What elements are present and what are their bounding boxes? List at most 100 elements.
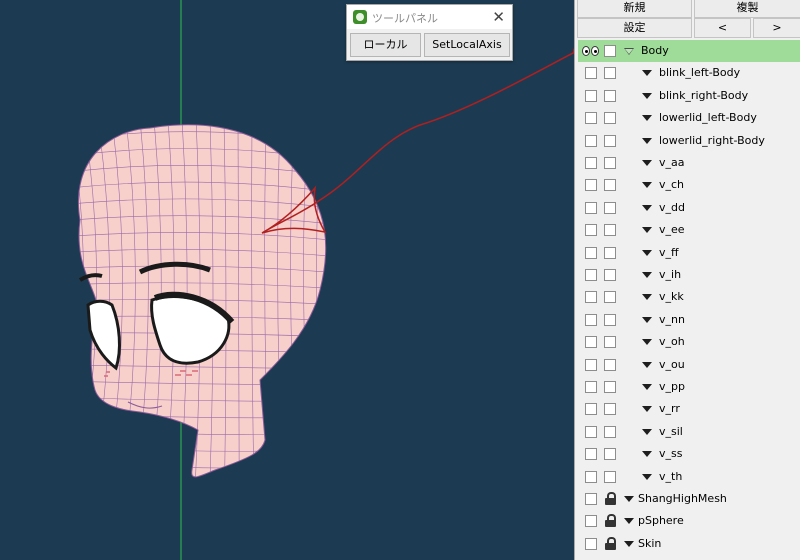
expand-toggle-icon[interactable] bbox=[642, 428, 652, 435]
tree-item-label[interactable]: v_nn bbox=[659, 313, 685, 326]
tree-item-label[interactable]: v_ou bbox=[659, 358, 685, 371]
visibility-checkbox[interactable] bbox=[585, 336, 597, 349]
lock-checkbox[interactable] bbox=[604, 448, 616, 461]
tree-row-blendshape[interactable]: v_oh bbox=[578, 331, 800, 353]
3d-viewport[interactable] bbox=[0, 0, 574, 560]
local-button[interactable]: ローカル bbox=[350, 33, 421, 57]
visibility-checkbox[interactable] bbox=[585, 537, 597, 550]
expand-toggle-icon[interactable] bbox=[642, 339, 652, 346]
tree-item-label[interactable]: lowerlid_right-Body bbox=[659, 134, 765, 147]
lock-icon[interactable] bbox=[605, 514, 616, 528]
lock-checkbox[interactable] bbox=[604, 425, 616, 438]
tree-item-label[interactable]: v_ss bbox=[659, 447, 682, 460]
lock-checkbox[interactable] bbox=[604, 246, 616, 259]
prev-button[interactable]: < bbox=[694, 18, 751, 38]
visibility-checkbox[interactable] bbox=[585, 313, 597, 326]
tree-row-mesh[interactable]: pSphere bbox=[578, 510, 800, 532]
tree-row-blendshape[interactable]: v_aa bbox=[578, 152, 800, 174]
lock-checkbox[interactable] bbox=[604, 470, 616, 483]
visibility-checkbox[interactable] bbox=[585, 470, 597, 483]
visibility-checkbox[interactable] bbox=[585, 269, 597, 281]
visibility-checkbox[interactable] bbox=[585, 112, 597, 125]
expand-toggle-icon[interactable] bbox=[642, 92, 652, 99]
expand-toggle-icon[interactable] bbox=[624, 518, 634, 525]
visibility-eye-icon[interactable] bbox=[582, 46, 600, 56]
tree-row-mesh[interactable]: ShangHighMesh bbox=[578, 488, 800, 510]
close-icon[interactable]: ✕ bbox=[492, 8, 505, 26]
tree-row-blendshape[interactable]: v_rr bbox=[578, 398, 800, 420]
visibility-checkbox[interactable] bbox=[585, 493, 597, 505]
tree-item-label[interactable]: blink_right-Body bbox=[659, 89, 748, 102]
expand-toggle-icon[interactable] bbox=[624, 540, 634, 547]
lock-checkbox[interactable] bbox=[604, 201, 616, 214]
lock-checkbox[interactable] bbox=[604, 67, 616, 80]
tree-item-label[interactable]: v_pp bbox=[659, 380, 685, 393]
visibility-checkbox[interactable] bbox=[585, 246, 597, 259]
tree-item-label[interactable]: v_ff bbox=[659, 246, 679, 259]
expand-toggle-icon[interactable] bbox=[642, 361, 652, 368]
visibility-checkbox[interactable] bbox=[585, 157, 597, 169]
tree-row-blendshape[interactable]: v_nn bbox=[578, 309, 800, 331]
tree-item-label[interactable]: v_dd bbox=[659, 201, 685, 214]
expand-toggle-icon[interactable] bbox=[642, 316, 652, 323]
settings-button[interactable]: 設定 bbox=[577, 18, 692, 38]
tree-item-label[interactable]: v_rr bbox=[659, 402, 680, 415]
tree-item-label[interactable]: v_ih bbox=[659, 268, 681, 281]
lock-checkbox[interactable] bbox=[604, 224, 616, 237]
lock-checkbox[interactable] bbox=[604, 157, 616, 169]
tree-row-blendshape[interactable]: v_ff bbox=[578, 242, 800, 264]
tree-row-blendshape[interactable]: v_dd bbox=[578, 197, 800, 219]
set-local-axis-button[interactable]: SetLocalAxis bbox=[424, 33, 510, 57]
tree-item-label[interactable]: Skin bbox=[638, 537, 661, 550]
lock-checkbox[interactable] bbox=[604, 89, 616, 102]
expand-toggle-icon[interactable] bbox=[624, 48, 634, 55]
tree-item-label[interactable]: v_oh bbox=[659, 335, 685, 348]
tree-item-label[interactable]: v_aa bbox=[659, 156, 685, 169]
tree-row-blendshape[interactable]: v_th bbox=[578, 466, 800, 488]
tree-row-blendshape[interactable]: lowerlid_right-Body bbox=[578, 130, 800, 152]
tree-item-label[interactable]: Body bbox=[641, 44, 669, 57]
expand-toggle-icon[interactable] bbox=[642, 160, 652, 166]
lock-icon[interactable] bbox=[605, 536, 616, 550]
visibility-checkbox[interactable] bbox=[585, 425, 597, 438]
tree-item-label[interactable]: v_th bbox=[659, 470, 682, 483]
tree-item-label[interactable]: v_kk bbox=[659, 290, 684, 303]
lock-checkbox[interactable] bbox=[604, 403, 616, 416]
expand-toggle-icon[interactable] bbox=[642, 451, 652, 458]
lock-checkbox[interactable] bbox=[604, 291, 616, 304]
visibility-checkbox[interactable] bbox=[585, 224, 597, 237]
lock-checkbox[interactable] bbox=[604, 134, 616, 147]
tree-item-label[interactable]: v_ee bbox=[659, 223, 685, 236]
expand-toggle-icon[interactable] bbox=[642, 473, 652, 480]
expand-toggle-icon[interactable] bbox=[642, 70, 652, 77]
tree-row-body[interactable]: Body bbox=[578, 40, 800, 62]
lock-checkbox[interactable] bbox=[604, 381, 616, 393]
tree-row-blendshape[interactable]: v_kk bbox=[578, 286, 800, 308]
lock-checkbox[interactable] bbox=[604, 112, 616, 125]
visibility-checkbox[interactable] bbox=[585, 134, 597, 147]
tree-item-label[interactable]: blink_left-Body bbox=[659, 66, 740, 79]
lock-checkbox[interactable] bbox=[604, 336, 616, 349]
tree-row-blendshape[interactable]: v_ih bbox=[578, 264, 800, 286]
visibility-checkbox[interactable] bbox=[585, 381, 597, 393]
tree-row-blendshape[interactable]: v_ee bbox=[578, 219, 800, 241]
next-button[interactable]: > bbox=[753, 18, 800, 38]
lock-icon[interactable] bbox=[605, 492, 616, 505]
tree-row-blendshape[interactable]: v_ch bbox=[578, 174, 800, 196]
expand-toggle-icon[interactable] bbox=[624, 496, 634, 502]
expand-toggle-icon[interactable] bbox=[642, 272, 652, 278]
visibility-checkbox[interactable] bbox=[585, 179, 597, 192]
visibility-checkbox[interactable] bbox=[585, 515, 597, 528]
visibility-checkbox[interactable] bbox=[585, 358, 597, 371]
lock-checkbox[interactable] bbox=[604, 45, 616, 57]
tree-row-blendshape[interactable]: v_ou bbox=[578, 354, 800, 376]
lock-checkbox[interactable] bbox=[604, 313, 616, 326]
tree-row-blendshape[interactable]: blink_left-Body bbox=[578, 62, 800, 84]
expand-toggle-icon[interactable] bbox=[642, 249, 652, 256]
tree-row-blendshape[interactable]: v_sil bbox=[578, 421, 800, 443]
expand-toggle-icon[interactable] bbox=[642, 204, 652, 211]
tree-row-blendshape[interactable]: v_pp bbox=[578, 376, 800, 398]
expand-toggle-icon[interactable] bbox=[642, 115, 652, 122]
visibility-checkbox[interactable] bbox=[585, 403, 597, 416]
tree-item-label[interactable]: v_sil bbox=[659, 425, 683, 438]
